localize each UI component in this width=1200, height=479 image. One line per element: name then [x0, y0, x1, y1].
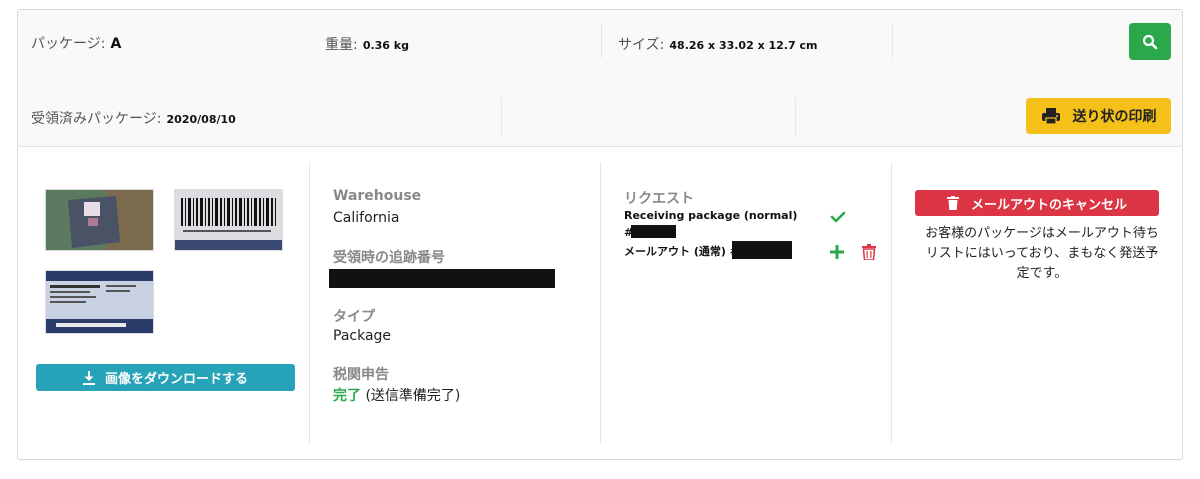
cancel-mailout-text: メールアウトのキャンセル [970, 197, 1127, 213]
package-photo[interactable] [45, 189, 154, 251]
warehouse-label: Warehouse [333, 188, 422, 204]
package-value: A [110, 36, 122, 52]
weight-label: 重量: [325, 37, 358, 53]
customs-status-value: 完了 [333, 388, 361, 404]
mailout-id-redacted [732, 241, 792, 259]
request-id-redacted [631, 225, 676, 238]
received-value: 2020/08/10 [166, 113, 236, 126]
package-field: パッケージ: A [31, 33, 121, 53]
shipping-label-photo[interactable] [45, 270, 154, 334]
customs-label: 税関申告 [333, 367, 389, 383]
cancel-mailout-button[interactable]: メールアウトのキャンセル [915, 190, 1159, 216]
divider [795, 98, 796, 136]
header-row-2: 受領済みパッケージ: 2020/08/10 [18, 90, 1182, 146]
header-row-1: パッケージ: A 重量: 0.36 kg サイズ: 48.26 x 33.02 … [18, 10, 1182, 72]
check-icon [830, 211, 846, 223]
divider [892, 24, 893, 58]
tracking-label: 受領時の追跡番号 [333, 250, 445, 266]
column-divider [891, 162, 892, 444]
plus-icon[interactable] [830, 245, 844, 259]
type-value: Package [333, 328, 392, 344]
size-value: 48.26 x 33.02 x 12.7 cm [669, 39, 818, 52]
received-field: 受領済みパッケージ: 2020/08/10 [31, 108, 236, 128]
shipping-label-photo-image [46, 271, 153, 333]
request-title: リクエスト [624, 191, 694, 207]
package-label: パッケージ: [31, 36, 106, 52]
print-label-text: 送り状の印刷 [1072, 109, 1157, 125]
divider [501, 98, 502, 136]
customs-status-note: (送信準備完了) [365, 388, 461, 404]
size-field: サイズ: 48.26 x 33.02 x 12.7 cm [618, 34, 817, 54]
barcode-photo[interactable] [174, 189, 283, 251]
search-icon [1142, 34, 1158, 49]
weight-value: 0.36 kg [362, 39, 409, 52]
search-button[interactable] [1129, 23, 1171, 60]
divider [601, 24, 602, 58]
weight-field: 重量: 0.36 kg [325, 34, 409, 54]
package-photo-image [46, 190, 153, 250]
column-divider [309, 162, 310, 444]
trash-icon[interactable] [862, 244, 876, 260]
print-label-button[interactable]: 送り状の印刷 [1026, 98, 1171, 134]
package-header: パッケージ: A 重量: 0.36 kg サイズ: 48.26 x 33.02 … [18, 10, 1182, 147]
mailout-status-note: お客様のパッケージはメールアウト待ちリストにはいっており、まもなく発送予定です。 [925, 226, 1159, 281]
printer-icon [1041, 108, 1060, 125]
barcode-photo-image [175, 190, 282, 250]
request-item-receiving: Receiving package (normal) [624, 209, 798, 222]
download-images-button[interactable]: 画像をダウンロードする [36, 364, 295, 391]
warehouse-value: California [333, 210, 400, 226]
trash-icon [946, 196, 959, 210]
package-card: パッケージ: A 重量: 0.36 kg サイズ: 48.26 x 33.02 … [17, 9, 1183, 460]
type-label: タイプ [333, 309, 375, 325]
tracking-number-redacted [329, 269, 555, 288]
download-images-text: 画像をダウンロードする [104, 372, 248, 387]
column-divider [600, 162, 601, 444]
size-label: サイズ: [618, 37, 665, 53]
download-icon [82, 370, 95, 385]
customs-status: 完了 (送信準備完了) [333, 385, 460, 405]
received-label: 受領済みパッケージ: [31, 111, 162, 127]
request-item-mailout: メールアウト (通常) # [624, 245, 739, 258]
